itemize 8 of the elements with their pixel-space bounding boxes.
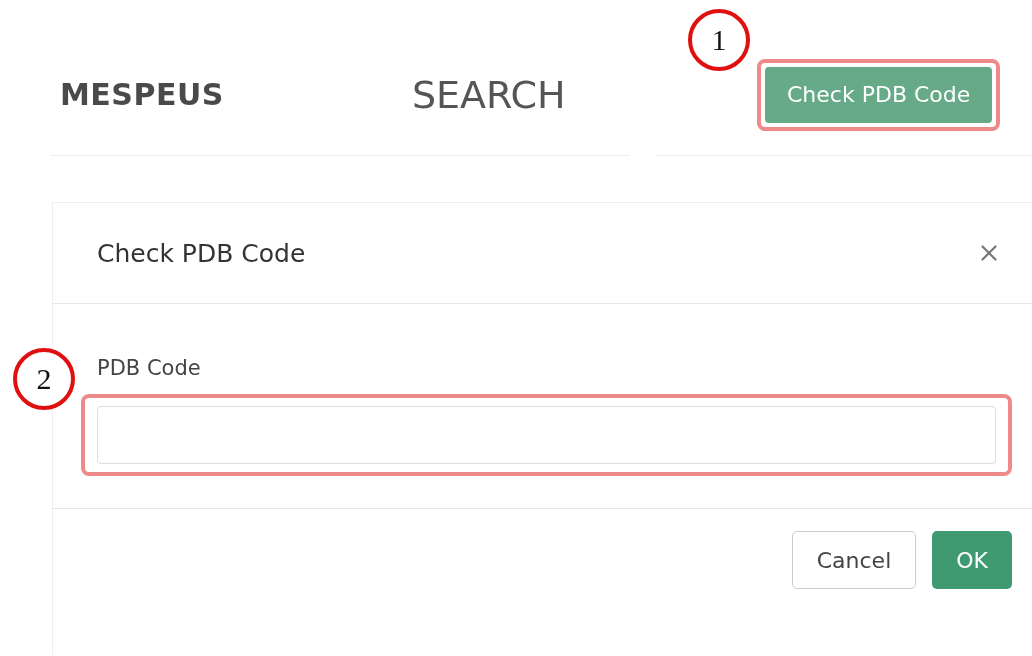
cancel-button[interactable]: Cancel	[791, 531, 917, 589]
brand-logo: MESPEUS	[60, 77, 224, 112]
callout-marker: 1	[688, 9, 750, 71]
pdb-code-field[interactable]	[97, 406, 996, 464]
search-link[interactable]: SEARCH	[411, 72, 566, 117]
field-label: PDB Code	[97, 356, 202, 380]
callout-marker: 2	[13, 348, 75, 410]
dialog-title: Check PDB Code	[97, 238, 306, 268]
